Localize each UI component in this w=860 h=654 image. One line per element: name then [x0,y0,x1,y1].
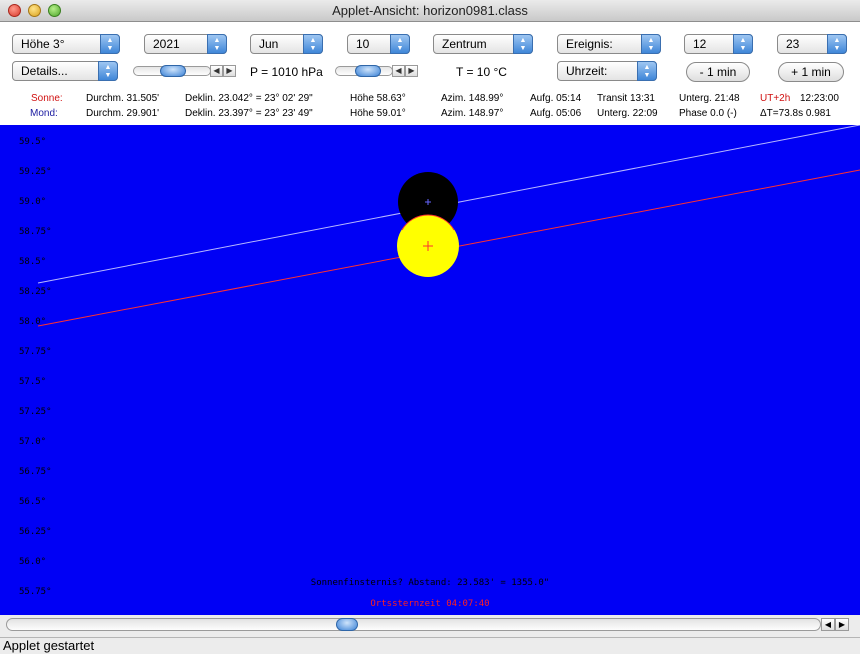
day-select[interactable]: 10 ▲ ▼ [347,34,410,54]
pressure-slider-thumb[interactable] [160,65,186,77]
status-bar: Applet gestartet [0,637,860,654]
details-select[interactable]: Details... ▲ ▼ [12,61,118,81]
sonne-transit: Transit 13:31 [597,93,655,104]
mond-aufg: Aufg. 05:06 [530,108,582,119]
month-select[interactable]: Jun ▲ ▼ [250,34,323,54]
year-select[interactable]: 2021 ▲ ▼ [144,34,227,54]
sonne-label: Sonne: [31,93,63,104]
mond-label: Mond: [30,108,58,119]
minute-select[interactable]: 23 ▲ ▼ [777,34,847,54]
hoehe-value: Höhe 3° [21,37,65,51]
scrollbar-track[interactable] [6,618,821,631]
hour-value: 12 [693,37,707,51]
pressure-slider[interactable]: ◀ ▶ [133,64,238,78]
horizontal-scrollbar[interactable]: ◀ ▶ [0,615,860,637]
window-title: Applet-Ansicht: horizon0981.class [332,3,528,18]
arrow-left-icon[interactable]: ◀ [210,65,223,77]
arrow-left-icon[interactable]: ◀ [821,618,835,631]
sonne-azim: Azim. 148.99° [441,93,504,104]
sonne-hoehe: Höhe 58.63° [350,93,406,104]
temperature-label: T = 10 °C [456,65,507,79]
sky-view[interactable]: 59.5° 59.25° 59.0° 58.75° 58.5° 58.25° 58.0° 57… [0,125,860,615]
uhrzeit-select[interactable]: Uhrzeit: ▲ ▼ [557,61,657,81]
chevron-updown-icon: ▲ ▼ [100,34,120,54]
zentrum-value: Zentrum [442,37,487,51]
temperature-slider-thumb[interactable] [355,65,381,77]
arrow-right-icon[interactable]: ▶ [223,65,236,77]
chevron-updown-icon: ▲ ▼ [733,34,753,54]
sonne-durchm: Durchm. 31.505' [86,93,160,104]
mond-durchm: Durchm. 29.901' [86,108,160,119]
mond-phase: Phase 0.0 (-) [679,108,737,119]
details-value: Details... [21,64,68,78]
uhrzeit-value: Uhrzeit: [566,64,608,78]
sonne-deklin: Deklin. 23.042° = 23° 02' 29" [185,93,313,104]
mond-hoehe: Höhe 59.01° [350,108,406,119]
sky-plot [37,125,860,327]
sidereal-time: Ortssternzeit 04:07:40 [370,599,490,609]
eclipse-info: Sonnenfinsternis? Abstand: 23.583' = 135… [310,578,550,588]
zentrum-select[interactable]: Zentrum ▲ ▼ [433,34,533,54]
ereignis-select[interactable]: Ereignis: ▲ ▼ [557,34,661,54]
sonne-unterg: Unterg. 21:48 [679,93,740,104]
minus-one-minute-button[interactable]: - 1 min [686,62,750,82]
chevron-updown-icon: ▲ ▼ [513,34,533,54]
year-value: 2021 [153,37,180,51]
delta-t: ΔT=73.8s 0.981 [760,108,831,119]
month-value: Jun [259,37,279,51]
chevron-updown-icon: ▲ ▼ [641,34,661,54]
arrow-right-icon[interactable]: ▶ [835,618,849,631]
pressure-label: P = 1010 hPa [250,65,323,79]
scrollbar-thumb[interactable] [336,618,358,631]
chevron-updown-icon: ▲ ▼ [827,34,847,54]
temperature-slider[interactable]: ◀ ▶ [335,64,420,78]
chevron-updown-icon: ▲ ▼ [637,61,657,81]
window-titlebar: Applet-Ansicht: horizon0981.class [0,0,860,22]
timezone-label: UT+2h [760,93,791,104]
hoehe-select[interactable]: Höhe 3° ▲ ▼ [12,34,120,54]
plus-one-minute-button[interactable]: + 1 min [778,62,844,82]
chevron-updown-icon: ▲ ▼ [207,34,227,54]
ereignis-value: Ereignis: [566,37,613,51]
arrow-left-icon[interactable]: ◀ [392,65,405,77]
mond-deklin: Deklin. 23.397° = 23° 23' 49" [185,108,313,119]
chevron-updown-icon: ▲ ▼ [303,34,323,54]
mond-unterg: Unterg. 22:09 [597,108,658,119]
chevron-updown-icon: ▲ ▼ [98,61,118,81]
chevron-updown-icon: ▲ ▼ [390,34,410,54]
hour-select[interactable]: 12 ▲ ▼ [684,34,753,54]
current-time: 12:23:00 [800,93,839,104]
controls-panel: Höhe 3° ▲ ▼ 2021 ▲ ▼ Jun ▲ ▼ 10 ▲ ▼ Zentrum … [0,22,860,125]
day-value: 10 [356,37,370,51]
arrow-right-icon[interactable]: ▶ [405,65,418,77]
sonne-aufg: Aufg. 05:14 [530,93,582,104]
mond-azim: Azim. 148.97° [441,108,504,119]
minute-value: 23 [786,37,800,51]
